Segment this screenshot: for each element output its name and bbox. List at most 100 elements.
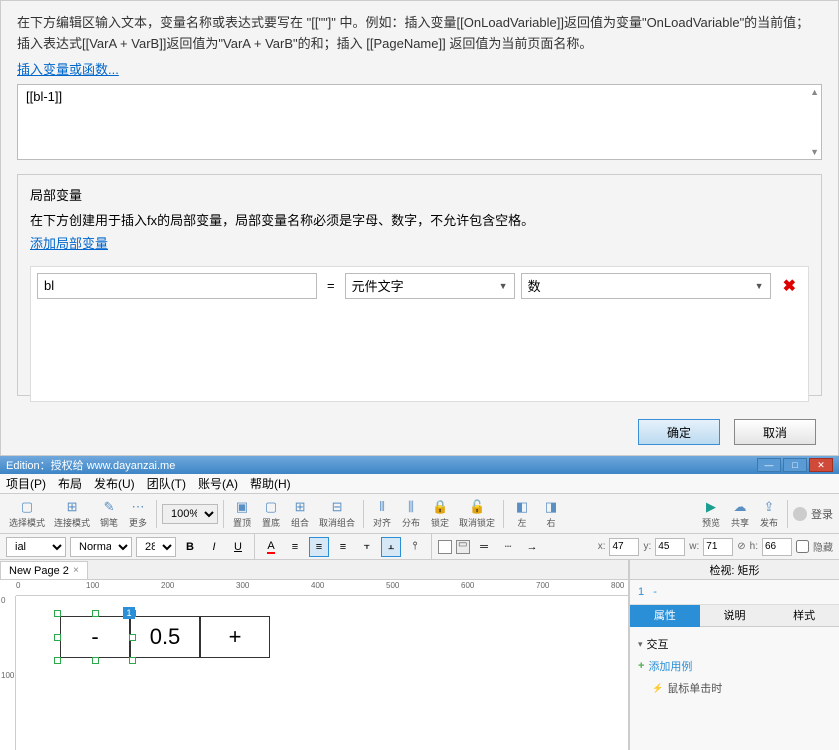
local-vars-panel: 局部变量 在下方创建用于插入fx的局部变量，局部变量名称必须是字母、数字，不允许… bbox=[17, 174, 822, 396]
tool-align[interactable]: ⫴对齐 bbox=[369, 497, 395, 530]
name-prefix: 1 bbox=[638, 586, 644, 598]
tool-group[interactable]: ⊞组合 bbox=[287, 497, 313, 530]
section-interaction[interactable]: ▾ 交互 bbox=[638, 633, 831, 655]
tab-style[interactable]: 样式 bbox=[769, 605, 839, 627]
border-swatch[interactable]: ▭ bbox=[456, 540, 470, 554]
handle-br[interactable] bbox=[129, 657, 136, 664]
canvas[interactable]: - 1 0.5 + bbox=[16, 596, 628, 750]
handle-tl[interactable] bbox=[54, 610, 61, 617]
expression-textarea[interactable]: [[bl-1]] ▲ ▼ bbox=[17, 84, 822, 160]
tool-connect[interactable]: ⊞连接模式 bbox=[51, 497, 93, 530]
tool-more[interactable]: ⋯更多 bbox=[125, 497, 151, 530]
menu-publish[interactable]: 发布(U) bbox=[88, 473, 141, 494]
line-style-button[interactable]: ┈ bbox=[498, 537, 518, 557]
align-mid-button[interactable]: ⫠ bbox=[381, 537, 401, 557]
w-label: w: bbox=[689, 541, 699, 552]
handle-bm[interactable] bbox=[92, 657, 99, 664]
var-name-input[interactable] bbox=[37, 273, 317, 299]
scroll-up-icon[interactable]: ▲ bbox=[810, 87, 819, 97]
font-select[interactable]: ial bbox=[6, 537, 66, 557]
menu-account[interactable]: 账号(A) bbox=[192, 473, 244, 494]
link-icon[interactable]: ⊘ bbox=[737, 541, 745, 552]
delete-var-button[interactable]: ✖ bbox=[777, 276, 802, 296]
chevron-down-icon: ▼ bbox=[499, 281, 508, 291]
plus-widget[interactable]: + bbox=[200, 616, 270, 658]
tab-properties[interactable]: 属性 bbox=[630, 605, 700, 627]
text-color-button[interactable]: A bbox=[261, 537, 281, 557]
add-case-row[interactable]: + 添加用例 bbox=[638, 655, 831, 677]
handle-tm[interactable] bbox=[92, 610, 99, 617]
tool-back[interactable]: ▢置底 bbox=[258, 497, 284, 530]
login-area[interactable]: 登录 bbox=[793, 506, 833, 522]
align-right-button[interactable]: ≡ bbox=[333, 537, 353, 557]
front-icon: ▣ bbox=[233, 498, 251, 516]
tool-publish[interactable]: ⇪发布 bbox=[756, 497, 782, 530]
interaction-badge[interactable]: 1 bbox=[123, 607, 135, 619]
tool-distribute[interactable]: ⫼分布 bbox=[398, 497, 424, 530]
event-onclick[interactable]: ⚡ 鼠标单击时 bbox=[638, 677, 831, 699]
tool-left[interactable]: ◧左 bbox=[509, 497, 535, 530]
underline-button[interactable]: U bbox=[228, 537, 248, 557]
style-select[interactable]: Normal bbox=[70, 537, 132, 557]
separator bbox=[254, 533, 255, 561]
fx-dialog: 在下方编辑区输入文本，变量名称或表达式要写在 "[[""]" 中。例如：插入变量… bbox=[0, 0, 839, 456]
tool-unlock[interactable]: 🔓取消锁定 bbox=[456, 497, 498, 530]
handle-bl[interactable] bbox=[54, 657, 61, 664]
add-local-var-link[interactable]: 添加局部变量 bbox=[30, 233, 108, 252]
publish-icon: ⇪ bbox=[760, 498, 778, 516]
close-tab-icon[interactable]: × bbox=[73, 565, 79, 576]
cursor-icon: ▢ bbox=[18, 498, 36, 516]
name-value[interactable]: - bbox=[653, 586, 657, 598]
login-label: 登录 bbox=[811, 506, 833, 522]
cancel-button[interactable]: 取消 bbox=[734, 419, 816, 445]
tool-preview[interactable]: ▶预览 bbox=[698, 497, 724, 530]
x-input[interactable] bbox=[609, 538, 639, 556]
arrow-button[interactable]: → bbox=[522, 537, 542, 557]
add-case-link: 添加用例 bbox=[648, 658, 692, 674]
size-select[interactable]: 28 bbox=[136, 537, 176, 557]
minus-widget[interactable]: - 1 bbox=[60, 616, 130, 658]
y-input[interactable] bbox=[655, 538, 685, 556]
scroll-down-icon[interactable]: ▼ bbox=[810, 147, 819, 157]
var-target-select[interactable]: 数 ▼ bbox=[521, 273, 771, 299]
page-tab[interactable]: New Page 2 × bbox=[0, 561, 88, 579]
inspector-title: 检视: 矩形 bbox=[630, 560, 839, 580]
align-left-button[interactable]: ≡ bbox=[285, 537, 305, 557]
tool-share[interactable]: ☁共享 bbox=[727, 497, 753, 530]
italic-button[interactable]: I bbox=[204, 537, 224, 557]
tab-notes[interactable]: 说明 bbox=[700, 605, 770, 627]
ok-button[interactable]: 确定 bbox=[638, 419, 720, 445]
tool-lock[interactable]: 🔒锁定 bbox=[427, 497, 453, 530]
menu-team[interactable]: 团队(T) bbox=[141, 473, 192, 494]
h-input[interactable] bbox=[762, 538, 792, 556]
tool-right[interactable]: ◨右 bbox=[538, 497, 564, 530]
menu-layout[interactable]: 布局 bbox=[52, 473, 88, 494]
align-bot-button[interactable]: ⫯ bbox=[405, 537, 425, 557]
tool-pen[interactable]: ✎钢笔 bbox=[96, 497, 122, 530]
tool-front[interactable]: ▣置顶 bbox=[229, 497, 255, 530]
window-title: Edition：授权给 www.dayanzai.me bbox=[6, 457, 175, 473]
var-type-select[interactable]: 元件文字 ▼ bbox=[345, 273, 515, 299]
w-input[interactable] bbox=[703, 538, 733, 556]
zoom-select[interactable]: 100% bbox=[162, 504, 218, 524]
close-button[interactable]: ✕ bbox=[809, 458, 833, 472]
align-center-button[interactable]: ≡ bbox=[309, 537, 329, 557]
tool-ungroup[interactable]: ⊟取消组合 bbox=[316, 497, 358, 530]
play-icon: ▶ bbox=[702, 498, 720, 516]
dialog-buttons: 确定 取消 bbox=[638, 419, 816, 445]
more-icon: ⋯ bbox=[129, 498, 147, 516]
align-top-button[interactable]: ⫟ bbox=[357, 537, 377, 557]
inspector-name-row: 1 - bbox=[630, 580, 839, 605]
bold-button[interactable]: B bbox=[180, 537, 200, 557]
line-width-button[interactable]: ═ bbox=[474, 537, 494, 557]
menu-help[interactable]: 帮助(H) bbox=[244, 473, 297, 494]
insert-var-link[interactable]: 插入变量或函数... bbox=[17, 59, 119, 78]
value-widget[interactable]: 0.5 bbox=[130, 616, 200, 658]
fill-swatch[interactable] bbox=[438, 540, 452, 554]
menu-project[interactable]: 项目(P) bbox=[0, 473, 52, 494]
hidden-checkbox[interactable] bbox=[796, 540, 809, 553]
maximize-button[interactable]: □ bbox=[783, 458, 807, 472]
minimize-button[interactable]: — bbox=[757, 458, 781, 472]
handle-ml[interactable] bbox=[54, 634, 61, 641]
tool-select[interactable]: ▢选择模式 bbox=[6, 497, 48, 530]
